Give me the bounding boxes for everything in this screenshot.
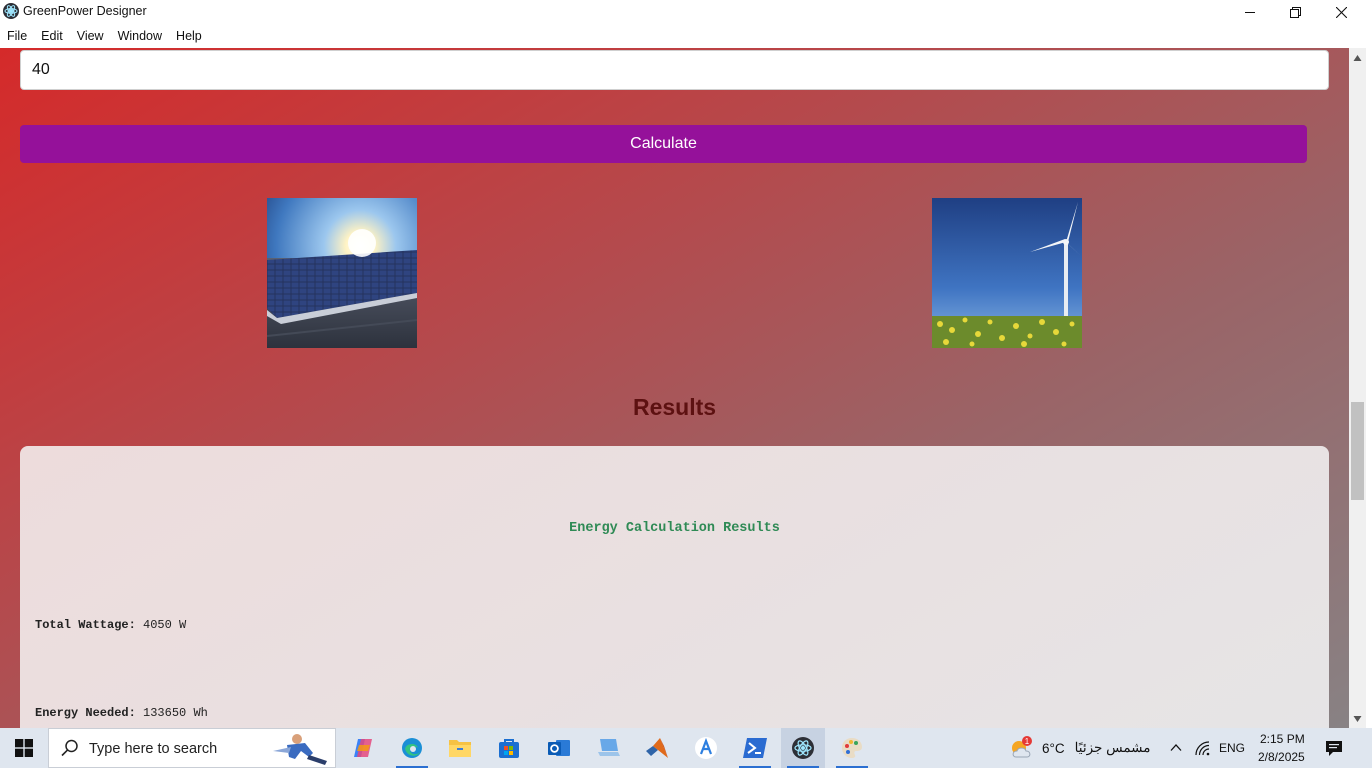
menu-edit[interactable]: Edit	[41, 29, 63, 43]
result-value: 133650 Wh	[143, 706, 208, 720]
weather-condition: مشمس جزئيًا	[1074, 740, 1151, 755]
edge-browser-icon	[402, 738, 422, 758]
menu-bar: File Edit View Window Help	[0, 24, 1372, 48]
search-placeholder: Type here to search	[89, 741, 218, 757]
result-value: 4050 W	[143, 618, 187, 632]
weather-badge: 1	[1025, 737, 1030, 746]
taskbar-matlab[interactable]	[635, 728, 679, 768]
results-title: Energy Calculation Results	[569, 521, 780, 536]
title-bar: GreenPower Designer	[0, 0, 1372, 24]
weather-sun-cloud-icon: 1	[1012, 736, 1032, 758]
results-heading: Results	[632, 394, 717, 420]
laptop-icon	[598, 739, 620, 756]
store-icon	[499, 739, 519, 758]
taskbar-file-explorer[interactable]	[438, 728, 482, 768]
menu-view[interactable]: View	[77, 29, 104, 43]
taskbar-edge[interactable]	[390, 728, 434, 768]
clock-time[interactable]: 2:15 PM	[1260, 732, 1305, 746]
result-total-wattage: Total Wattage: 4050 W	[35, 618, 186, 632]
menu-file[interactable]: File	[7, 29, 27, 43]
vertical-scrollbar[interactable]	[1349, 48, 1366, 728]
result-energy-needed: Energy Needed: 133650 Wh	[35, 706, 208, 720]
copilot-icon	[354, 739, 372, 757]
hours-input[interactable]	[20, 50, 1329, 90]
taskbar-greenpower-designer[interactable]	[781, 728, 825, 768]
paint-palette-icon	[842, 738, 862, 758]
wind-turbine-image	[932, 198, 1082, 348]
scroll-up-icon[interactable]	[1353, 54, 1362, 63]
outlook-icon	[548, 740, 570, 756]
chevron-up-icon[interactable]	[1170, 743, 1182, 752]
powershell-icon	[743, 738, 767, 758]
search-icon	[61, 739, 78, 757]
taskbar-search[interactable]: Type here to search	[48, 728, 336, 768]
taskbar-store[interactable]	[487, 728, 531, 768]
electron-app-icon	[792, 737, 814, 759]
minimize-button[interactable]	[1227, 0, 1273, 24]
taskbar: Type here to search 1 6°C مشمس جزئيًا EN…	[0, 728, 1372, 768]
taskbar-paint[interactable]	[830, 728, 874, 768]
taskbar-this-pc[interactable]	[586, 728, 630, 768]
start-button[interactable]	[0, 728, 48, 768]
solar-panels-image	[267, 198, 417, 348]
notifications-icon[interactable]	[1325, 740, 1343, 757]
restore-button[interactable]	[1272, 0, 1318, 24]
app-icon	[3, 3, 19, 19]
window-title: GreenPower Designer	[23, 4, 147, 18]
search-highlight-art-icon	[273, 734, 327, 765]
results-panel: Energy Calculation Results Total Wattage…	[20, 446, 1329, 728]
matlab-icon	[646, 738, 668, 758]
result-label: Energy Needed:	[35, 706, 136, 720]
weather-temp: 6°C	[1042, 740, 1065, 756]
taskbar-copilot[interactable]	[341, 728, 385, 768]
taskbar-outlook[interactable]	[537, 728, 581, 768]
network-icon[interactable]	[1194, 740, 1210, 756]
menu-window[interactable]: Window	[118, 29, 162, 43]
language-indicator[interactable]: ENG	[1219, 741, 1245, 755]
menu-help[interactable]: Help	[176, 29, 202, 43]
scroll-thumb[interactable]	[1351, 402, 1364, 500]
folder-icon	[449, 740, 471, 757]
weather-widget[interactable]: 1 6°C مشمس جزئيًا	[1008, 728, 1150, 768]
letter-a-app-icon	[695, 737, 717, 759]
close-button[interactable]	[1318, 0, 1364, 24]
result-label: Total Wattage:	[35, 618, 136, 632]
taskbar-app-a[interactable]	[684, 728, 728, 768]
taskbar-powershell[interactable]	[733, 728, 777, 768]
windows-icon	[15, 739, 33, 757]
calculate-button[interactable]: Calculate	[20, 125, 1307, 163]
app-content: Calculate	[0, 48, 1349, 728]
clock-date[interactable]: 2/8/2025	[1258, 750, 1305, 764]
scroll-down-icon[interactable]	[1353, 714, 1362, 723]
